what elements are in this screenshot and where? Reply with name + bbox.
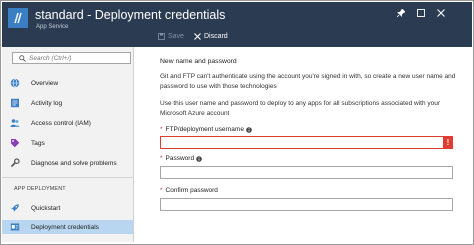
info-icon[interactable]: [246, 126, 252, 133]
search-icon: [19, 54, 29, 62]
confirm-password-label: * Confirm password: [160, 187, 218, 194]
rocket-icon: [10, 203, 20, 213]
username-label: * FTP/deployment username: [160, 126, 252, 133]
password-input[interactable]: [161, 167, 452, 178]
sidebar-item-label: Overview: [31, 79, 59, 87]
username-field[interactable]: !: [160, 136, 453, 149]
search-box[interactable]: [12, 52, 131, 64]
save-button[interactable]: Save: [158, 33, 184, 40]
maximize-icon[interactable]: [415, 7, 427, 19]
wrench-icon: [10, 158, 20, 168]
discard-icon: [194, 32, 204, 40]
username-input[interactable]: [161, 137, 452, 148]
password-field[interactable]: [160, 166, 453, 179]
discard-label: Discard: [203, 32, 228, 40]
nav-divider: [2, 177, 134, 178]
app-service-icon: [8, 8, 28, 28]
save-icon: [158, 32, 168, 40]
sidebar-item-access-control[interactable]: Access control (IAM): [2, 116, 133, 130]
username-label-text: FTP/deployment username: [165, 126, 244, 133]
required-mark: *: [160, 126, 163, 133]
confirm-password-input[interactable]: [161, 199, 452, 210]
discard-button[interactable]: Discard: [194, 33, 228, 40]
sidebar-item-label: Activity log: [31, 99, 63, 107]
blade-subtitle: App Service: [36, 24, 69, 30]
command-bar: Save Discard: [158, 30, 238, 42]
sidebar-item-label: Access control (IAM): [31, 119, 91, 127]
required-mark: *: [160, 155, 163, 162]
save-label: Save: [168, 32, 184, 40]
sidebar-item-label: Tags: [31, 139, 45, 147]
blade-title: standard - Deployment credentials: [35, 8, 226, 22]
password-label: * Password: [160, 155, 202, 162]
sidebar-item-tags[interactable]: Tags: [2, 136, 133, 150]
search-input[interactable]: [29, 53, 129, 63]
section-heading: New name and password: [160, 58, 237, 65]
description-text-1: Git and FTP can't authenticate using the…: [160, 73, 456, 90]
sidebar-item-overview[interactable]: Overview: [2, 76, 133, 90]
sidebar-item-quickstart[interactable]: Quickstart: [2, 201, 133, 215]
description-text-2: Use this user name and password to deplo…: [160, 100, 441, 117]
sidebar-item-label: Deployment credentials: [31, 223, 99, 231]
password-label-text: Password: [165, 155, 195, 162]
pin-icon[interactable]: [395, 7, 407, 19]
resource-menu: Overview Activity log Access control (IA…: [2, 47, 134, 242]
info-icon[interactable]: [196, 155, 202, 162]
confirm-password-field[interactable]: [160, 198, 453, 211]
error-icon: !: [443, 136, 453, 149]
activity-log-icon: [10, 98, 20, 108]
tag-icon: [10, 138, 20, 148]
sidebar-item-deployment-credentials[interactable]: Deployment credentials: [2, 220, 133, 234]
required-mark: *: [160, 187, 163, 194]
nav-section-app-deployment: APP DEPLOYMENT: [14, 186, 66, 192]
sidebar-item-activity-log[interactable]: Activity log: [2, 96, 133, 110]
confirm-password-label-text: Confirm password: [165, 187, 218, 194]
close-icon[interactable]: [435, 7, 447, 19]
sidebar-item-label: Diagnose and solve problems: [31, 159, 117, 167]
people-icon: [10, 118, 20, 128]
credentials-icon: [10, 222, 20, 232]
sidebar-item-diagnose[interactable]: Diagnose and solve problems: [2, 156, 133, 170]
globe-icon: [10, 78, 20, 88]
sidebar-item-label: Quickstart: [31, 204, 61, 212]
